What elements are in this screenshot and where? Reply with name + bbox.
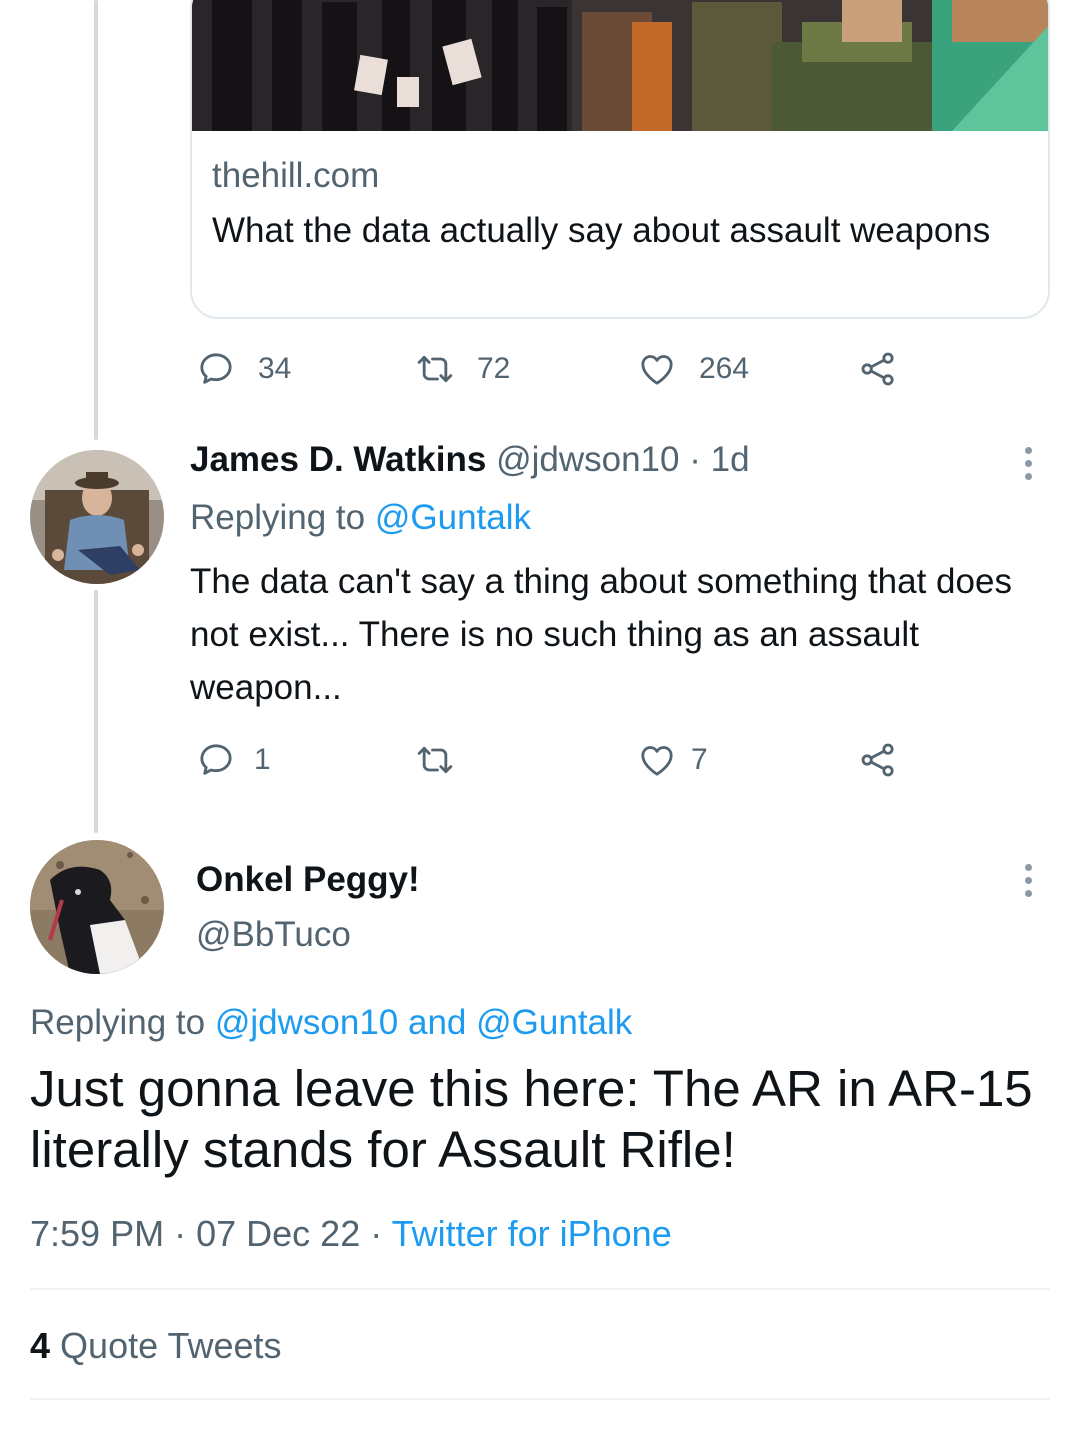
divider — [30, 1288, 1050, 1290]
replying-to-line: Replying to @jdwson10 and @Guntalk — [30, 1003, 632, 1043]
separator: · — [370, 1213, 383, 1254]
heart-icon — [641, 355, 673, 385]
like-count: 7 — [691, 743, 708, 776]
author-handle[interactable]: @jdwson10 — [496, 440, 679, 479]
link-preview-image — [192, 0, 1048, 131]
heart-icon — [641, 746, 673, 776]
link-preview-card[interactable]: thehill.com What the data actually say a… — [190, 0, 1050, 319]
avatar[interactable] — [30, 450, 164, 584]
reply-count: 34 — [258, 352, 292, 385]
avatar[interactable] — [30, 840, 164, 974]
share-icon — [861, 743, 894, 777]
link-title: What the data actually say about assault… — [212, 211, 991, 250]
quote-tweets-label: Quote Tweets — [60, 1325, 282, 1366]
reply-button[interactable]: 34 — [196, 344, 291, 394]
tweet-text: Just gonna leave this here: The AR in AR… — [30, 1060, 1033, 1178]
separator: · — [689, 440, 701, 479]
quote-tweets-count: 4 — [30, 1325, 51, 1366]
retweet-icon — [417, 746, 453, 774]
tweet-date[interactable]: 07 Dec 22 — [196, 1213, 360, 1254]
author-name[interactable]: James D. Watkins — [190, 440, 486, 479]
link-domain: thehill.com — [212, 156, 380, 195]
tweet-source-link[interactable]: Twitter for iPhone — [392, 1213, 672, 1254]
replying-prefix: Replying to — [30, 1003, 206, 1042]
first-tweet-actions: 34 72 264 — [190, 344, 910, 394]
tweet-text: The data can't say a thing about somethi… — [190, 562, 1012, 707]
share-button[interactable] — [858, 735, 898, 785]
tweet-time[interactable]: 1d — [711, 440, 750, 479]
more-options-icon[interactable] — [1018, 855, 1038, 905]
reply-count: 1 — [254, 743, 271, 776]
mention-link[interactable]: @Guntalk — [476, 1003, 632, 1042]
share-icon — [861, 352, 894, 386]
replying-prefix: Replying to — [190, 498, 366, 537]
like-button[interactable]: 7 — [637, 735, 708, 785]
tweet-meta: 7:59 PM · 07 Dec 22 · Twitter for iPhone — [30, 1213, 672, 1255]
quote-tweets-link[interactable]: 4 Quote Tweets — [30, 1325, 282, 1367]
reply-icon — [200, 744, 232, 775]
tweet-time[interactable]: 7:59 PM — [30, 1213, 164, 1254]
reply-tweet-actions: 1 7 — [190, 735, 910, 785]
retweet-icon — [417, 355, 453, 383]
more-options-icon[interactable] — [1018, 438, 1038, 488]
retweet-button[interactable] — [415, 735, 455, 785]
replying-and: and — [408, 1003, 467, 1042]
replying-to-line: Replying to @Guntalk — [190, 498, 531, 538]
thread-line-top — [94, 0, 98, 440]
share-button[interactable] — [858, 344, 898, 394]
author-name[interactable]: Onkel Peggy! — [196, 860, 420, 900]
retweet-count: 72 — [477, 352, 511, 385]
divider — [30, 1398, 1050, 1400]
like-count: 264 — [699, 352, 750, 385]
mention-link[interactable]: @Guntalk — [375, 498, 531, 537]
reply-author-line: James D. Watkins @jdwson10 · 1d — [190, 440, 750, 480]
reply-button[interactable]: 1 — [196, 735, 271, 785]
mention-link[interactable]: @jdwson10 — [215, 1003, 398, 1042]
separator: · — [174, 1213, 187, 1254]
like-button[interactable]: 264 — [637, 344, 749, 394]
retweet-button[interactable]: 72 — [415, 344, 510, 394]
reply-icon — [200, 353, 232, 384]
thread-line-middle — [94, 590, 98, 833]
author-handle[interactable]: @BbTuco — [196, 915, 351, 955]
